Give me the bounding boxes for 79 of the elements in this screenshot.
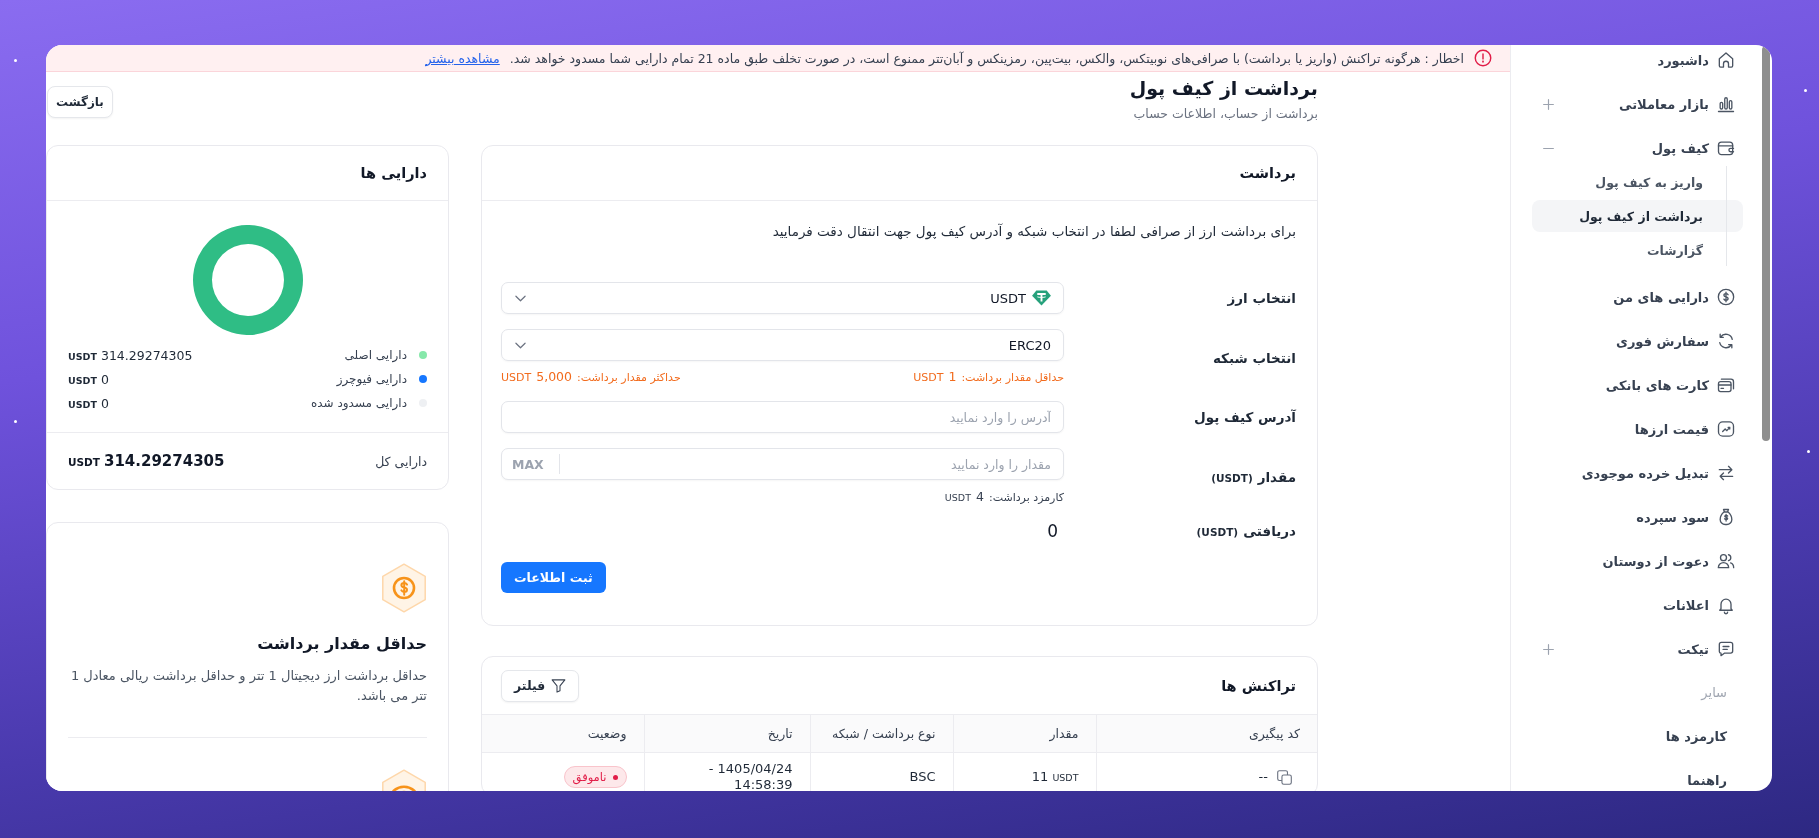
sparkle-icon [1804, 89, 1807, 92]
network-text: BSC [909, 769, 936, 784]
currency-select[interactable]: USDT [501, 282, 1064, 314]
amount-text: 11 USDT [1031, 768, 1079, 786]
sub-nav-item[interactable]: گزارشات [1646, 234, 1703, 266]
section-title: سایر [1701, 685, 1727, 700]
asset-amount: USDT 0 [68, 371, 109, 387]
filter-button[interactable]: فیلتر [501, 669, 580, 702]
chevron-down-icon [515, 294, 526, 302]
nav-item[interactable]: راهنما [1687, 772, 1727, 788]
nav-item[interactable]: سفارش فوری [1615, 331, 1736, 351]
dollar-hexagon-icon [381, 563, 427, 613]
dollar-coin-icon [1716, 287, 1736, 307]
tip-title: حداقل مقدار برداشت [257, 633, 427, 655]
column-header: کد پیگیری [1248, 726, 1300, 741]
nav-item[interactable]: بازار معاملاتی [1619, 94, 1736, 114]
chevron-down-icon [515, 341, 526, 349]
tip-text: حداقل برداشت ارز دیجیتال 1 تتر و حداقل برداشت ریالی معادل 1 تتر می باشد. [69, 667, 427, 705]
nav-item[interactable]: دارایی های من [1613, 287, 1736, 307]
field-label: آدرس کیف پول [1193, 409, 1296, 425]
sparkle-icon [1807, 450, 1810, 453]
nav-item[interactable]: قیمت ارزها [1634, 419, 1736, 439]
column-header: نوع برداشت / شبکه [831, 726, 936, 741]
legend-label: دارایی اصلی [344, 348, 407, 362]
date-text: 1405/04/24 - 14:58:39 [707, 761, 793, 791]
status-dot-icon [612, 774, 618, 780]
legend-label: دارایی مسدود شده [311, 396, 407, 410]
total-amount: USDT 314.29274305 [68, 452, 225, 470]
field-label: انتخاب ارز [1227, 290, 1296, 306]
nav-item[interactable]: اعلانات [1662, 595, 1736, 615]
expand-icon[interactable] [1543, 98, 1554, 110]
alert-icon [1474, 49, 1492, 67]
card-title: برداشت [1239, 165, 1296, 181]
page-title: برداشت از کیف پول [1129, 76, 1318, 101]
back-button[interactable]: بازگشت [47, 86, 113, 118]
swap-arrows-icon [1716, 463, 1736, 483]
nav-item[interactable]: تبدیل خرده موجودی [1581, 463, 1736, 483]
card-title: دارایی ها [360, 165, 427, 181]
home-icon [1716, 50, 1736, 70]
nav-item[interactable]: دعوت از دوستان [1602, 551, 1736, 571]
column-header: وضعیت [587, 726, 627, 741]
scrollbar-thumb[interactable] [1762, 46, 1770, 441]
received-amount: 0 [1047, 521, 1058, 541]
address-field[interactable]: آدرس را وارد نمایید [501, 401, 1064, 433]
asset-amount: USDT 0 [68, 395, 109, 411]
copy-icon[interactable] [1276, 768, 1293, 786]
total-label: دارایی کل [375, 453, 427, 469]
sparkle-icon [14, 59, 17, 62]
nav-item[interactable]: کارت های بانکی [1605, 375, 1736, 395]
refresh-icon [1716, 331, 1736, 351]
column-header: تاریخ [767, 726, 793, 741]
chat-icon [1716, 639, 1736, 659]
sub-nav-item[interactable]: واریز به کیف پول [1595, 166, 1703, 198]
nav-item[interactable]: کارمزد ها [1665, 728, 1727, 744]
users-icon [1716, 551, 1736, 571]
sub-nav-item[interactable]: برداشت از کیف پول [1532, 200, 1743, 232]
asset-amount: USDT 314.29274305 [68, 347, 193, 363]
nav-item[interactable]: تیکت [1677, 639, 1736, 659]
legend-label: دارایی فیوچرز [336, 372, 407, 386]
field-label: انتخاب شبکه [1212, 349, 1296, 366]
warning-text: اخطار : هرگونه تراکنش (واریز یا برداشت) با صرافی‌های نوبیتکس، والکس، بیت‌پین، رمزینکس و آبان‌تتر ممنوع است، در صورت تخلف طبق ماده 21 تمام دارایی شما مسدود خواهد شد. [509, 50, 1464, 66]
column-header: مقدار [1049, 726, 1079, 741]
trend-chart-icon [1716, 419, 1736, 439]
nav-item[interactable]: سود سپرده [1636, 507, 1736, 527]
network-select[interactable]: ERC20 [501, 329, 1064, 361]
bar-chart-icon [1716, 94, 1736, 114]
more-link[interactable]: مشاهده بیشتر [425, 50, 500, 66]
nav-item[interactable]: داشبورد [1657, 50, 1736, 70]
nav-item[interactable]: کیف پول [1651, 138, 1736, 158]
expand-icon[interactable] [1543, 643, 1554, 655]
sparkle-icon [14, 420, 17, 423]
tracking-code: -- [1258, 769, 1268, 785]
status-badge: ناموفق [563, 766, 627, 788]
filter-icon [551, 678, 567, 693]
page-subtitle: برداشت از حساب، اطلاعات حساب [1132, 105, 1318, 123]
card-title: تراکنش ها [1221, 677, 1296, 694]
instruction-text: برای برداشت ارز از صرافی لطفا در انتخاب شبکه و آدرس کیف پول جهت انتقال دقت فرمایید [771, 222, 1296, 241]
coin-icon [1032, 290, 1051, 306]
submit-button[interactable]: ثبت اطلاعات [501, 562, 606, 593]
